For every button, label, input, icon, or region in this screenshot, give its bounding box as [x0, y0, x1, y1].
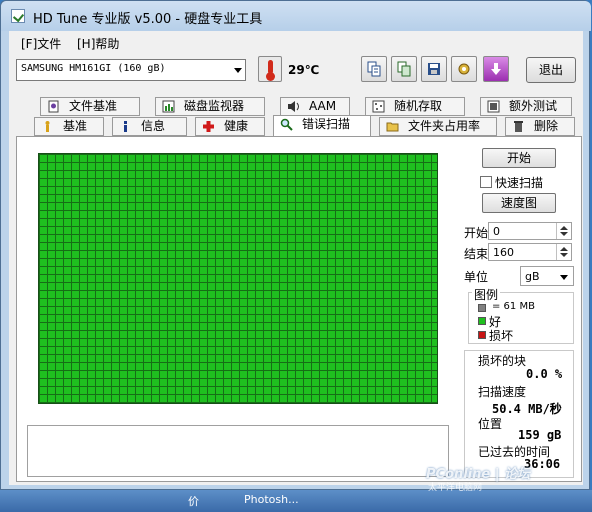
- thermometer-icon: [266, 60, 275, 81]
- tab-label: AAM: [309, 99, 337, 113]
- settings-button[interactable]: [451, 56, 477, 82]
- copy-screenshot-button[interactable]: [391, 56, 417, 82]
- temperature-value: 29℃: [288, 63, 320, 77]
- scan-speed-value: 50.4 MB/秒: [492, 402, 562, 416]
- legend-bad-swatch: [478, 331, 486, 339]
- file-benchmark-icon: [48, 100, 59, 113]
- tab-label: 随机存取: [394, 99, 443, 113]
- tab-label: 文件基准: [69, 99, 118, 113]
- unit-value: gB: [525, 270, 540, 283]
- legend-block-swatch: [478, 304, 486, 312]
- info-icon: [124, 121, 127, 132]
- bad-blocks-value: 0.0 %: [526, 367, 563, 381]
- legend-block-size: = 61 MB: [492, 301, 535, 312]
- save-button[interactable]: [421, 56, 447, 82]
- legend-good-swatch: [478, 317, 486, 325]
- menu-file[interactable]: [F]文件: [21, 35, 61, 52]
- tab-label: 额外测试: [509, 99, 558, 113]
- start-scan-button[interactable]: 开始: [482, 148, 556, 168]
- hdtune-app-icon: [11, 9, 25, 23]
- tab-health[interactable]: 健康: [195, 117, 265, 136]
- end-spinner[interactable]: 160: [488, 243, 572, 261]
- tab-label: 磁盘监视器: [184, 99, 245, 113]
- bad-blocks-label: 损坏的块: [478, 354, 527, 368]
- disk-monitor-icon: [162, 100, 175, 113]
- random-access-icon: [372, 100, 385, 113]
- spin-up-icon[interactable]: [560, 247, 568, 251]
- tab-erase[interactable]: 删除: [505, 117, 575, 136]
- tab-disk-monitor[interactable]: 磁盘监视器: [155, 97, 265, 116]
- copy-text-button[interactable]: [361, 56, 387, 82]
- unit-select[interactable]: gB: [520, 266, 574, 286]
- download-button[interactable]: [483, 56, 509, 82]
- drive-select-value: SAMSUNG HM161GI (160 gB): [21, 63, 166, 74]
- copy-screenshot-icon: [397, 61, 411, 77]
- position-value: 159 gB: [518, 428, 562, 442]
- watermark-subtitle: 太平洋电脑网: [428, 483, 483, 493]
- start-value: 0: [493, 225, 500, 238]
- spinner-arrows[interactable]: [556, 244, 571, 260]
- speaker-icon: [288, 101, 299, 112]
- end-label: 结束: [464, 247, 489, 261]
- quick-scan-label: 快速扫描: [495, 176, 544, 190]
- tab-label: 基准: [63, 119, 88, 133]
- window-title: HD Tune 专业版 v5.00 - 硬盘专业工具: [33, 12, 263, 27]
- taskbar: 价 Photosh...: [0, 490, 592, 512]
- extra-tests-icon: [487, 100, 500, 113]
- speed-map-button[interactable]: 速度图: [482, 193, 556, 213]
- copy-text-icon: [367, 61, 381, 77]
- scan-speed-label: 扫描速度: [478, 385, 527, 399]
- quick-scan-checkbox[interactable]: [480, 176, 492, 188]
- exit-button[interactable]: 退出: [526, 57, 576, 83]
- folder-icon: [386, 122, 399, 132]
- position-label: 位置: [478, 417, 503, 431]
- trash-icon: [514, 121, 523, 132]
- tab-info[interactable]: 信息: [112, 117, 187, 136]
- tab-label: 文件夹占用率: [408, 119, 481, 133]
- tab-error-scan[interactable]: 错误扫描: [273, 115, 371, 136]
- start-spinner[interactable]: 0: [488, 222, 572, 240]
- tab-label: 信息: [141, 119, 166, 133]
- scan-log-box[interactable]: [27, 425, 449, 477]
- tab-extra-tests[interactable]: 额外测试: [480, 97, 572, 116]
- chevron-down-icon: [234, 68, 242, 73]
- scan-block-map: [38, 153, 438, 404]
- save-icon: [428, 63, 440, 75]
- tab-aam[interactable]: AAM: [280, 97, 350, 116]
- tab-file-benchmark[interactable]: 文件基准: [40, 97, 140, 116]
- taskbar-item-photoshop[interactable]: Photosh...: [244, 493, 299, 506]
- health-icon: [203, 121, 214, 132]
- spin-down-icon[interactable]: [560, 253, 568, 257]
- tab-benchmark[interactable]: 基准: [34, 117, 104, 136]
- tab-label: 健康: [224, 119, 249, 133]
- menu-bar: [F]文件 [H]帮助: [9, 31, 583, 53]
- settings-icon: [458, 63, 470, 75]
- menu-help[interactable]: [H]帮助: [77, 35, 119, 52]
- drive-select[interactable]: SAMSUNG HM161GI (160 gB): [16, 59, 246, 81]
- spin-down-icon[interactable]: [560, 232, 568, 236]
- end-value: 160: [493, 246, 514, 259]
- start-label: 开始: [464, 226, 489, 240]
- taskbar-item[interactable]: 价: [188, 493, 199, 509]
- tab-label: 错误扫描: [302, 117, 351, 131]
- tab-folder-usage[interactable]: 文件夹占用率: [379, 117, 497, 136]
- spinner-arrows[interactable]: [556, 223, 571, 239]
- tab-random-access[interactable]: 随机存取: [365, 97, 465, 116]
- legend-bad-label: 损坏: [489, 329, 514, 343]
- temperature-button[interactable]: [258, 56, 282, 82]
- magnifier-icon: [280, 118, 293, 131]
- unit-label: 单位: [464, 270, 489, 284]
- tab-label: 删除: [534, 119, 559, 133]
- title-bar[interactable]: HD Tune 专业版 v5.00 - 硬盘专业工具: [1, 1, 591, 31]
- benchmark-icon: [45, 121, 50, 132]
- download-icon: [491, 63, 501, 75]
- spin-up-icon[interactable]: [560, 226, 568, 230]
- chevron-down-icon: [560, 275, 568, 280]
